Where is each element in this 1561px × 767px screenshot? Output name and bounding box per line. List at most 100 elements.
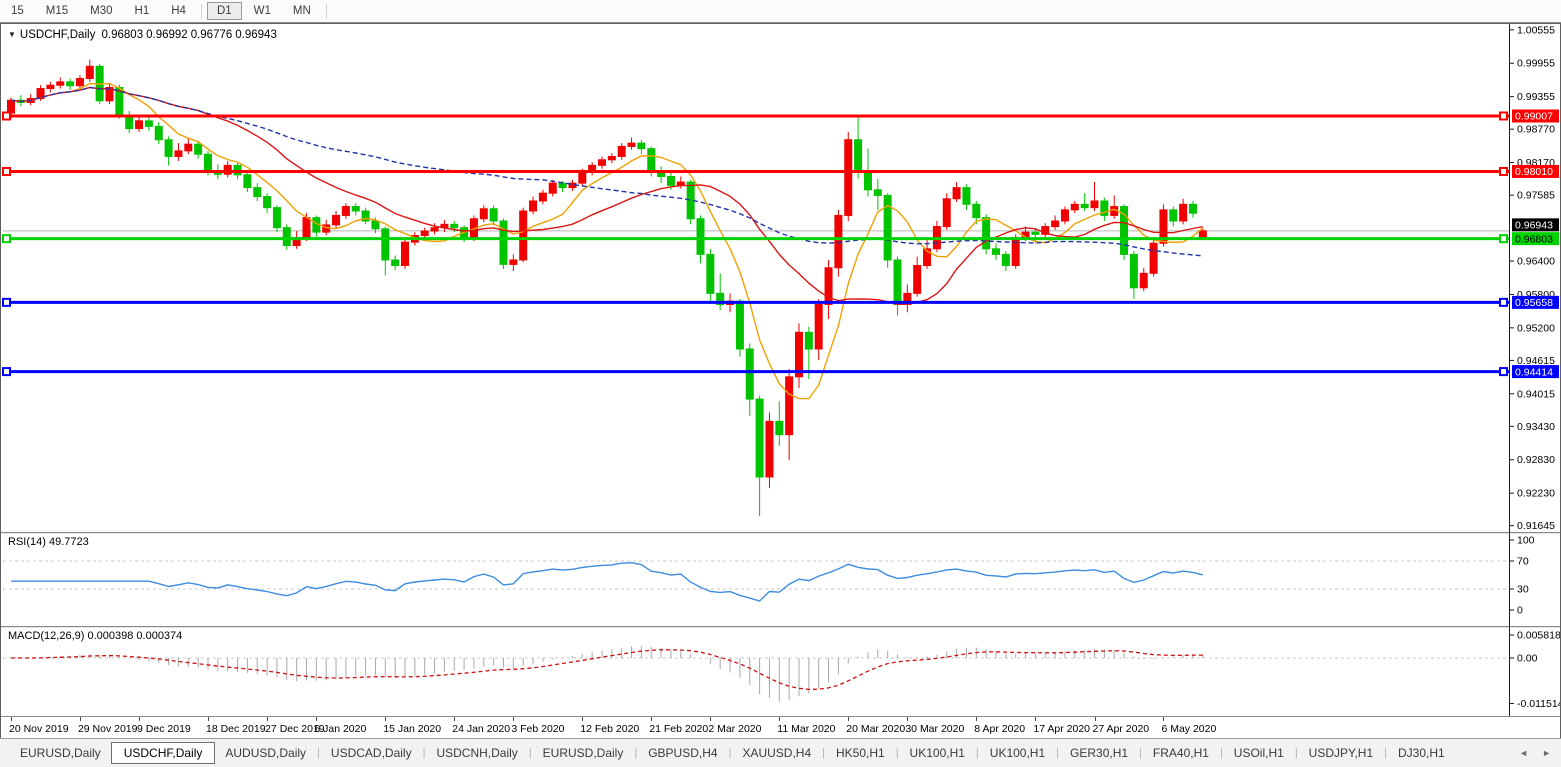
chart-tab-dj30-h1[interactable]: DJ30,H1 (1388, 743, 1455, 763)
date-tick (316, 717, 317, 721)
ohlc-high: 0.96992 (146, 29, 188, 41)
timeframe-button-h1[interactable]: H1 (125, 2, 160, 20)
date-tick (779, 717, 780, 721)
tabs-scroll-right-icon[interactable]: ► (1542, 748, 1551, 758)
timeframe-button-d1[interactable]: D1 (207, 2, 242, 20)
price-chart-canvas[interactable]: 1.005550.999550.993550.987700.981700.975… (1, 24, 1560, 532)
svg-text:0.95200: 0.95200 (1517, 322, 1555, 334)
date-label: 3 Feb 2020 (511, 723, 564, 735)
date-tick (513, 717, 514, 721)
hline-0.99007[interactable] (3, 112, 1509, 119)
chart-tab-usdcad-daily[interactable]: USDCAD,Daily (321, 743, 422, 763)
rsi-panel-canvas[interactable]: 100 70 30 0 (1, 532, 1560, 626)
toolbar-separator (201, 4, 202, 19)
date-tick (582, 717, 583, 721)
date-label: 8 Apr 2020 (974, 723, 1025, 735)
date-tick (976, 717, 977, 721)
date-label: 20 Mar 2020 (846, 723, 905, 735)
svg-text:30: 30 (1517, 584, 1529, 596)
date-label: 29 Nov 2019 (78, 723, 138, 735)
chart-tab-fra40-h1[interactable]: FRA40,H1 (1143, 743, 1219, 763)
chart-tab-gbpusd-h4[interactable]: GBPUSD,H4 (638, 743, 727, 763)
date-tick (11, 717, 12, 721)
tabs-scroll-left-icon[interactable]: ◄ (1519, 748, 1528, 758)
chart-tab-usoil-h1[interactable]: USOil,H1 (1224, 743, 1294, 763)
svg-text:0.99355: 0.99355 (1517, 91, 1555, 103)
svg-text:0.94015: 0.94015 (1517, 388, 1555, 400)
timeframe-toolbar: 15M15M30H1H4 D1W1MN (0, 0, 1561, 23)
date-tick (1095, 717, 1096, 721)
date-tick (139, 717, 140, 721)
chart-tab-bar: EURUSD,DailyUSDCHF,DailyAUDUSD,Daily|USD… (0, 738, 1561, 767)
svg-text:100: 100 (1517, 535, 1535, 547)
macd-panel-canvas[interactable]: 0.0058180.00-0.011514 (1, 626, 1560, 716)
trading-platform-window: 15M15M30H1H4 D1W1MN ▼ USDCHF,Daily 0.96803… (0, 0, 1561, 767)
timeframe-button-m15[interactable]: M15 (36, 2, 78, 20)
ohlc-open: 0.96803 (102, 29, 144, 41)
hline-badge-0.99007: 0.99007 (1512, 109, 1559, 122)
chart-dropdown-icon[interactable]: ▼ (8, 30, 16, 39)
candles (8, 60, 1207, 516)
date-tick (385, 717, 386, 721)
hline-0.94414[interactable] (3, 368, 1509, 375)
hline-badge-0.95658: 0.95658 (1512, 296, 1559, 309)
timeframe-button-w1[interactable]: W1 (244, 2, 281, 20)
ohlc-close: 0.96943 (235, 29, 277, 41)
chart-tab-uk100-h1[interactable]: UK100,H1 (900, 743, 975, 763)
svg-text:70: 70 (1517, 556, 1529, 568)
date-tick (1035, 717, 1036, 721)
chart-tab-usdcnh-daily[interactable]: USDCNH,Daily (426, 743, 527, 763)
chart-tab-hk50-h1[interactable]: HK50,H1 (826, 743, 895, 763)
chart-tab-uk100-h1[interactable]: UK100,H1 (980, 743, 1055, 763)
date-tick (454, 717, 455, 721)
chart-symbol-label: USDCHF,Daily (20, 29, 95, 41)
svg-text:0.97585: 0.97585 (1517, 190, 1555, 202)
chart-tab-usdchf-daily[interactable]: USDCHF,Daily (111, 742, 216, 764)
svg-text:0.98010: 0.98010 (1515, 166, 1553, 178)
macd-indicator-label: MACD(12,26,9) 0.000398 0.000374 (8, 630, 182, 642)
hline-badge-0.98010: 0.98010 (1512, 165, 1559, 178)
chart-tab-eurusd-daily[interactable]: EURUSD,Daily (10, 743, 111, 763)
date-label: 21 Feb 2020 (649, 723, 708, 735)
date-label: 15 Jan 2020 (383, 723, 441, 735)
svg-text:1.00555: 1.00555 (1517, 24, 1555, 36)
timeframe-button-15[interactable]: 15 (1, 2, 34, 20)
date-tick (907, 717, 908, 721)
rsi-axis-ticks: 100 70 30 0 (1510, 535, 1535, 617)
svg-text:0.92230: 0.92230 (1517, 488, 1555, 500)
svg-text:0: 0 (1517, 605, 1523, 617)
ma-medium-line (11, 88, 1203, 305)
svg-text:0.96803: 0.96803 (1515, 233, 1553, 245)
svg-text:0.00: 0.00 (1517, 653, 1538, 665)
date-tick (848, 717, 849, 721)
chart-tab-eurusd-daily[interactable]: EURUSD,Daily (533, 743, 634, 763)
toolbar-separator (326, 4, 327, 19)
svg-text:0.99955: 0.99955 (1517, 58, 1555, 70)
date-tick (208, 717, 209, 721)
macd-histogram (11, 646, 1203, 701)
tab-scroll-nav: ◄ ► (1519, 748, 1551, 758)
svg-text:0.005818: 0.005818 (1517, 630, 1560, 642)
chart-tab-usdjpy-h1[interactable]: USDJPY,H1 (1299, 743, 1383, 763)
chart-window: ▼USDCHF,Daily 0.968030.969920.967760.969… (0, 23, 1561, 739)
ma-fast-line (11, 84, 1203, 399)
chart-tab-audusd-daily[interactable]: AUDUSD,Daily (215, 743, 316, 763)
date-label: 12 Feb 2020 (580, 723, 639, 735)
date-label: 6 Jan 2020 (314, 723, 366, 735)
chart-tab-xauusd-h4[interactable]: XAUUSD,H4 (732, 743, 821, 763)
date-tick (710, 717, 711, 721)
hline-0.96803[interactable] (3, 235, 1509, 242)
date-label: 2 Mar 2020 (708, 723, 761, 735)
svg-text:0.93430: 0.93430 (1517, 421, 1555, 433)
svg-text:0.91645: 0.91645 (1517, 520, 1555, 532)
ohlc-low: 0.96776 (191, 29, 233, 41)
timeframe-button-mn[interactable]: MN (283, 2, 321, 20)
current-price-badge: 0.96943 (1512, 218, 1559, 231)
chart-tab-ger30-h1[interactable]: GER30,H1 (1060, 743, 1138, 763)
macd-axis-ticks: 0.0058180.00-0.011514 (1510, 630, 1560, 710)
timeframe-button-h4[interactable]: H4 (161, 2, 196, 20)
svg-text:0.98770: 0.98770 (1517, 124, 1555, 136)
timeframe-button-m30[interactable]: M30 (80, 2, 122, 20)
hline-0.95658[interactable] (3, 299, 1509, 306)
svg-text:0.99007: 0.99007 (1515, 111, 1553, 123)
